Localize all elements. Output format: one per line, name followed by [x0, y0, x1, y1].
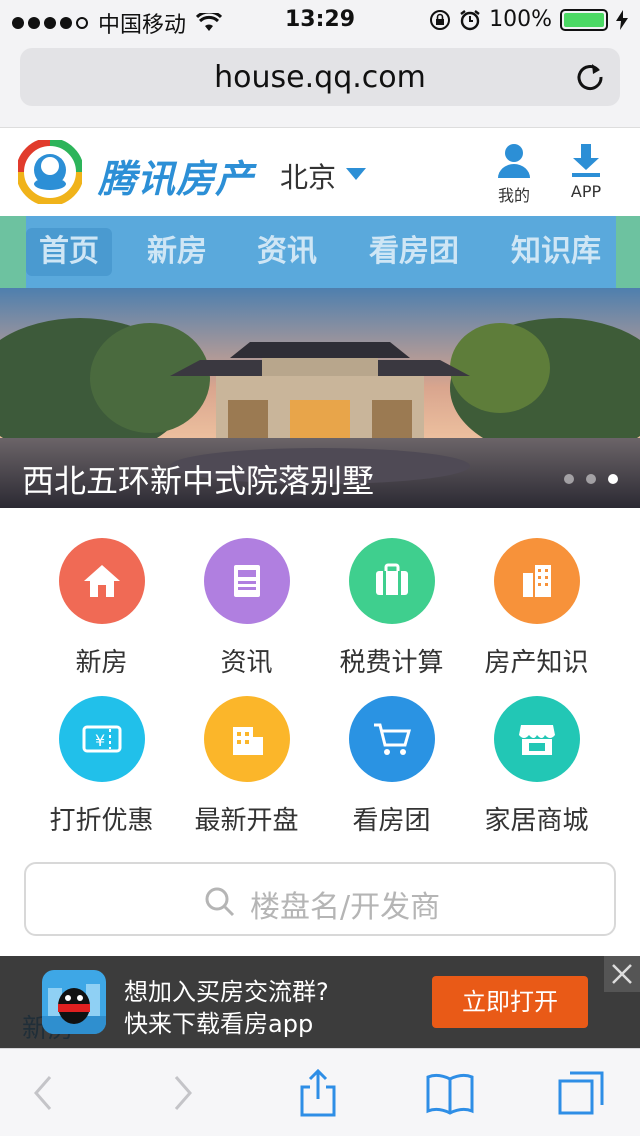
grid-label: 打折优惠 — [49, 806, 154, 836]
rotation-lock-icon — [430, 9, 451, 30]
share-icon[interactable] — [292, 1067, 344, 1119]
grid-item-new-openings[interactable]: 最新开盘 — [174, 696, 319, 837]
grid-label: 新房 — [75, 648, 128, 678]
app-promo-banner: 想加入买房交流群? 快来下载看房app 立即打开 — [0, 956, 640, 1048]
grid-item-tax-calculator[interactable]: 税费计算 — [319, 538, 464, 679]
close-icon[interactable] — [604, 956, 640, 992]
grid-item-new-homes[interactable]: 新房 — [29, 538, 174, 679]
grid-item-property-knowledge[interactable]: 房产知识 — [464, 538, 609, 679]
nav-item-home[interactable]: 首页 — [26, 228, 112, 276]
url-text: house.qq.com — [214, 60, 426, 95]
nav-item-new-homes[interactable]: 新房 — [134, 228, 220, 276]
main-nav: 首页 新房 资讯 看房团 知识库 — [0, 216, 640, 288]
banner-caption: 西北五环新中式院落别墅 — [22, 462, 375, 500]
site-header: 腾讯房产 北京 我的 APP — [0, 128, 640, 216]
download-icon — [572, 144, 600, 177]
grid-label: 税费计算 — [339, 648, 444, 678]
grid-label: 房产知识 — [484, 648, 589, 678]
grid-label: 资讯 — [220, 648, 273, 678]
brand-name[interactable]: 腾讯房产 — [98, 148, 254, 203]
nav-edge-left — [0, 216, 26, 288]
app-logo-icon — [42, 970, 106, 1034]
grid-item-discounts[interactable]: ¥ 打折优惠 — [29, 696, 174, 837]
city-selector[interactable]: 北京 — [280, 156, 336, 196]
nav-item-knowledge[interactable]: 知识库 — [498, 228, 614, 276]
carousel-dot — [564, 474, 574, 484]
battery-percent: 100% — [489, 7, 552, 32]
nav-edge-right — [616, 216, 640, 288]
svg-text:¥: ¥ — [95, 731, 105, 750]
building-icon — [493, 538, 580, 624]
grid-item-news[interactable]: 资讯 — [174, 538, 319, 679]
chevron-down-icon[interactable] — [346, 168, 366, 180]
news-icon — [203, 538, 290, 624]
grid-item-house-tour[interactable]: 看房团 — [319, 696, 464, 837]
open-app-button[interactable]: 立即打开 — [432, 976, 588, 1028]
status-right: 100% — [429, 7, 628, 32]
grid-label: 看房团 — [352, 806, 431, 836]
carousel-indicator — [564, 474, 618, 484]
building-open-icon — [203, 696, 290, 782]
address-bar[interactable]: house.qq.com — [20, 48, 620, 106]
carousel-dot-active — [608, 474, 618, 484]
briefcase-icon — [348, 538, 435, 624]
tabs-icon[interactable] — [556, 1067, 608, 1119]
nav-item-house-tour[interactable]: 看房团 — [356, 228, 472, 276]
cart-icon — [348, 696, 435, 782]
store-icon — [493, 696, 580, 782]
grid-label: 家居商城 — [484, 806, 589, 836]
grid-label: 最新开盘 — [194, 806, 299, 836]
nav-item-news[interactable]: 资讯 — [244, 228, 330, 276]
status-bar: 中国移动 13:29 100% — [0, 0, 640, 40]
tencent-logo-icon[interactable] — [18, 140, 82, 204]
back-icon[interactable] — [18, 1067, 70, 1119]
search-icon — [205, 887, 235, 917]
alarm-icon — [460, 9, 480, 30]
my-label: 我的 — [497, 186, 530, 205]
reload-icon[interactable] — [574, 60, 606, 92]
search-input[interactable]: 楼盘名/开发商 — [24, 862, 616, 936]
search-placeholder: 楼盘名/开发商 — [250, 890, 441, 925]
promo-line-2: 快来下载看房app — [124, 1010, 314, 1038]
charging-icon — [616, 9, 628, 30]
promo-line-1: 想加入买房交流群? — [124, 978, 329, 1006]
hero-banner[interactable]: 西北五环新中式院落别墅 — [0, 288, 640, 508]
app-download-button[interactable]: APP — [556, 142, 616, 201]
my-account-button[interactable]: 我的 — [484, 142, 544, 206]
app-label: APP — [570, 182, 602, 201]
coupon-icon: ¥ — [58, 696, 145, 782]
browser-toolbar — [0, 1048, 640, 1136]
grid-item-home-mall[interactable]: 家居商城 — [464, 696, 609, 837]
battery-icon — [560, 8, 608, 31]
house-icon — [58, 538, 145, 624]
page: 中国移动 13:29 100% house.qq.com 腾讯房产 北京 我的 … — [0, 0, 640, 1136]
browser-chrome: house.qq.com — [0, 40, 640, 128]
bookmarks-icon[interactable] — [424, 1067, 476, 1119]
forward-icon[interactable] — [156, 1067, 208, 1119]
user-icon — [498, 144, 530, 178]
carousel-dot — [586, 474, 596, 484]
